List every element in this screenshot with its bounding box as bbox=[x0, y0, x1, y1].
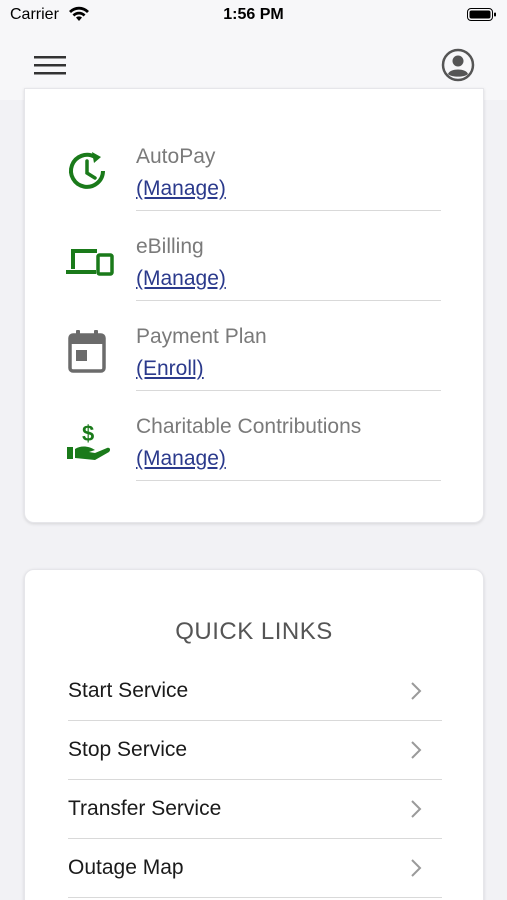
quick-link-label: Transfer Service bbox=[68, 797, 222, 820]
battery-icon bbox=[467, 7, 497, 28]
option-title: Charitable Contributions bbox=[136, 415, 362, 438]
autopay-manage-link[interactable]: (Manage) bbox=[136, 177, 226, 201]
option-title: Payment Plan bbox=[136, 325, 267, 348]
quick-link-stop-service[interactable]: Stop Service bbox=[68, 720, 442, 780]
status-bar: Carrier 1:56 PM bbox=[0, 0, 507, 32]
charitable-manage-link[interactable]: (Manage) bbox=[136, 447, 226, 471]
divider bbox=[136, 480, 441, 481]
quick-link-label: Outage Map bbox=[68, 856, 184, 879]
quick-link-label: Stop Service bbox=[68, 738, 188, 761]
autopay-clock-icon bbox=[65, 149, 115, 195]
chevron-right-icon bbox=[410, 799, 422, 819]
chevron-right-icon bbox=[410, 858, 422, 878]
calendar-icon bbox=[65, 329, 115, 375]
option-title: eBilling bbox=[136, 235, 204, 258]
chevron-right-icon bbox=[410, 740, 422, 760]
profile-icon[interactable] bbox=[441, 48, 475, 82]
quick-link-transfer-service[interactable]: Transfer Service bbox=[68, 779, 442, 839]
option-title: AutoPay bbox=[136, 145, 216, 168]
hamburger-menu-icon[interactable] bbox=[32, 52, 68, 80]
quick-links-title: QUICK LINKS bbox=[175, 618, 333, 645]
devices-icon bbox=[65, 239, 115, 285]
option-payment-plan: Payment Plan (Enroll) bbox=[65, 301, 441, 391]
clock: 1:56 PM bbox=[223, 6, 284, 23]
billing-options-card: AutoPay (Manage) eBilling (Manage) Payme bbox=[24, 88, 484, 523]
ebilling-manage-link[interactable]: (Manage) bbox=[136, 267, 226, 291]
option-autopay: AutoPay (Manage) bbox=[65, 121, 441, 211]
quick-link-label: Start Service bbox=[68, 679, 189, 702]
quick-link-outage-map[interactable]: Outage Map bbox=[68, 838, 442, 898]
quick-link-start-service[interactable]: Start Service bbox=[68, 661, 442, 721]
svg-text:$: $ bbox=[82, 421, 94, 446]
quick-links-card: QUICK LINKS Start Service Stop Service T… bbox=[24, 569, 484, 900]
payment-plan-enroll-link[interactable]: (Enroll) bbox=[136, 357, 204, 381]
hand-dollar-icon: $ bbox=[65, 419, 115, 465]
divider bbox=[68, 897, 442, 898]
option-ebilling: eBilling (Manage) bbox=[65, 211, 441, 301]
chevron-right-icon bbox=[410, 681, 422, 701]
option-charitable: $ Charitable Contributions (Manage) bbox=[65, 391, 441, 481]
